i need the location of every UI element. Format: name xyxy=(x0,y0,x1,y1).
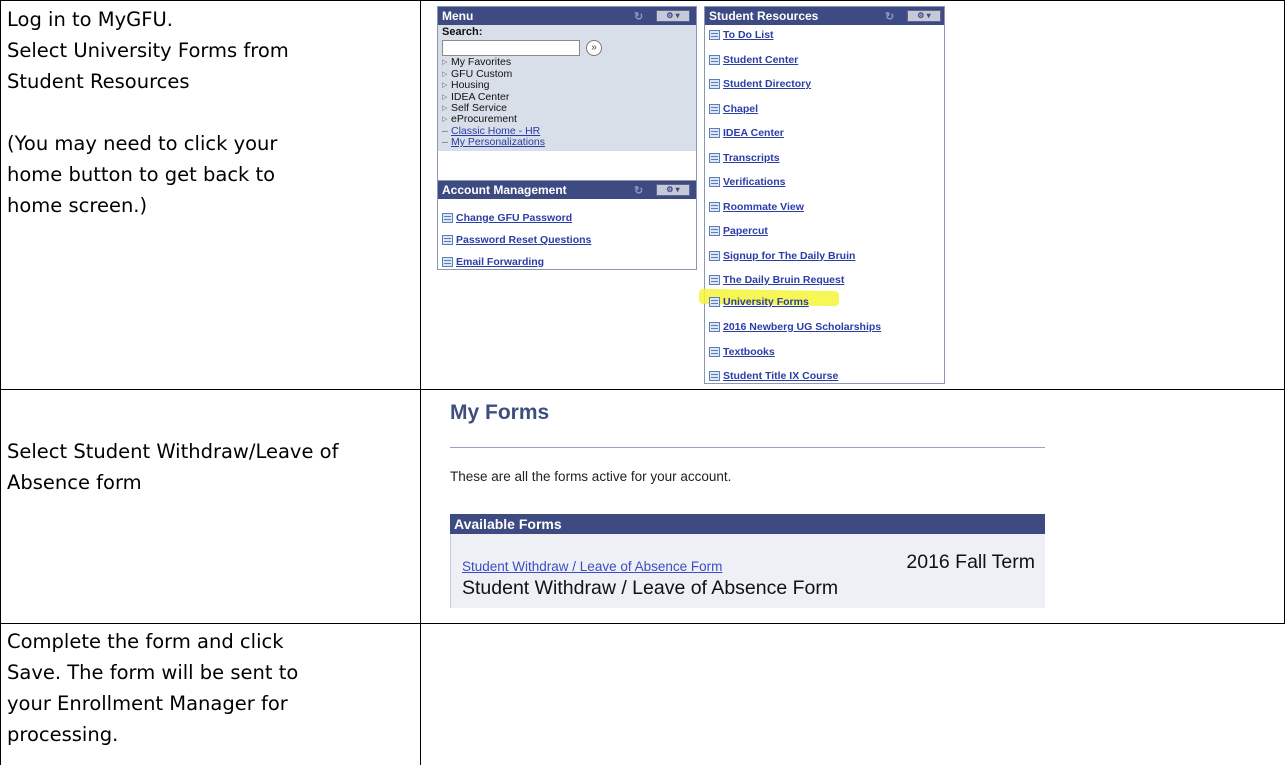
form-name: Student Withdraw / Leave of Absence Form xyxy=(462,577,839,599)
menu-folder-label: eProcurement xyxy=(451,113,517,126)
step-3-text: Complete the form and click Save. The fo… xyxy=(7,626,337,750)
document-icon xyxy=(709,371,720,381)
student-resources-pagelet: Student Resources ↻ ⚙ ▾ To Do List Stude… xyxy=(698,6,945,385)
my-forms-screenshot: My Forms These are all the forms active … xyxy=(437,397,1045,610)
pagelet-options-icon[interactable]: ⚙ ▾ xyxy=(656,184,690,196)
link-password-reset-questions[interactable]: Password Reset Questions xyxy=(442,231,591,249)
expand-arrow-icon: ▷ xyxy=(442,82,448,90)
link-daily-bruin-request[interactable]: The Daily Bruin Request xyxy=(709,271,844,289)
link-chapel[interactable]: Chapel xyxy=(709,100,758,118)
table-border-top xyxy=(0,0,1285,1)
menu-link-my-personalizations[interactable]: – My Personalizations xyxy=(442,136,692,149)
student-resources-title: Student Resources xyxy=(709,9,819,23)
table-column-divider xyxy=(420,0,421,765)
expand-arrow-icon: ▷ xyxy=(442,70,448,78)
link-newberg-ug-scholarships[interactable]: 2016 Newberg UG Scholarships xyxy=(709,318,881,336)
refresh-icon[interactable]: ↻ xyxy=(634,182,643,200)
menu-folder-label: My Favorites xyxy=(451,56,512,69)
menu-link-label: My Personalizations xyxy=(451,136,545,149)
expand-arrow-icon: ▷ xyxy=(442,105,448,113)
refresh-icon[interactable]: ↻ xyxy=(885,8,894,26)
document-icon xyxy=(709,347,720,357)
search-go-icon[interactable]: » xyxy=(586,40,602,57)
document-icon xyxy=(709,30,720,40)
portal-screenshot: Menu ↻ ⚙ ▾ Search: » ▷ My Favorites ▷ GFU … xyxy=(423,6,945,384)
document-icon xyxy=(442,213,453,223)
link-to-do-list[interactable]: To Do List xyxy=(709,26,774,44)
menu-pagelet-header: Menu ↻ ⚙ ▾ xyxy=(438,7,696,25)
step-1-line-1: Log in to MyGFU. xyxy=(7,8,173,31)
available-forms-list: Student Withdraw / Leave of Absence Form… xyxy=(450,534,1045,608)
document-icon xyxy=(709,201,720,212)
document-icon xyxy=(442,257,453,267)
document-icon xyxy=(709,297,720,307)
account-management-pagelet: Account Management ↻ ⚙ ▾ Change GFU Pass… xyxy=(437,180,697,270)
search-label: Search: xyxy=(442,26,483,38)
link-university-forms[interactable]: University Forms xyxy=(709,293,809,311)
available-forms-header: Available Forms xyxy=(450,514,1045,534)
table-border-left xyxy=(0,0,1,765)
account-management-title: Account Management xyxy=(442,183,567,197)
document-icon xyxy=(709,54,720,65)
step-1-line-2: Select University Forms from Student Res… xyxy=(7,39,289,93)
menu-pagelet-title: Menu xyxy=(442,9,474,23)
step-3-line: Complete the form and click Save. The fo… xyxy=(7,630,299,746)
form-term: 2016 Fall Term xyxy=(906,551,1035,573)
step-1-text: Log in to MyGFU. Select University Forms… xyxy=(7,4,407,221)
link-student-title-ix-course[interactable]: Student Title IX Course xyxy=(709,367,838,385)
refresh-icon[interactable]: ↻ xyxy=(634,8,643,26)
menu-pagelet-body: Search: » ▷ My Favorites ▷ GFU Custom ▷ Hou… xyxy=(438,25,696,151)
document-icon xyxy=(442,235,453,245)
document-icon xyxy=(709,226,720,236)
document-icon xyxy=(709,250,720,261)
expand-arrow-icon: ▷ xyxy=(442,93,448,101)
document-icon xyxy=(709,152,720,163)
link-idea-center[interactable]: IDEA Center xyxy=(709,124,784,142)
student-withdraw-form-link[interactable]: Student Withdraw / Leave of Absence Form xyxy=(462,559,722,574)
menu-search-input[interactable] xyxy=(442,40,580,57)
account-management-header: Account Management ↻ ⚙ ▾ xyxy=(438,181,696,199)
document-icon xyxy=(709,275,720,285)
link-student-directory[interactable]: Student Directory xyxy=(709,75,811,93)
link-textbooks[interactable]: Textbooks xyxy=(709,343,775,361)
document-icon xyxy=(709,79,720,89)
pagelet-options-icon[interactable]: ⚙ ▾ xyxy=(656,10,690,22)
document-icon xyxy=(709,103,720,114)
link-signup-daily-bruin[interactable]: Signup for The Daily Bruin xyxy=(709,247,855,265)
student-resources-header: Student Resources ↻ ⚙ ▾ xyxy=(705,7,944,25)
expand-arrow-icon: ▷ xyxy=(442,59,448,67)
table-row-divider-1 xyxy=(0,389,1285,390)
pagelet-options-icon[interactable]: ⚙ ▾ xyxy=(907,10,941,22)
table-row-divider-2 xyxy=(0,623,1285,624)
step-1-note: (You may need to click your home button … xyxy=(7,132,278,217)
menu-folder-label: IDEA Center xyxy=(451,90,510,103)
link-student-center[interactable]: Student Center xyxy=(709,51,798,69)
my-forms-description: These are all the forms active for your … xyxy=(450,469,732,484)
my-forms-title: My Forms xyxy=(450,401,550,424)
link-roommate-view[interactable]: Roommate View xyxy=(709,198,804,216)
link-papercut[interactable]: Papercut xyxy=(709,222,768,240)
document-icon xyxy=(709,322,720,332)
link-transcripts[interactable]: Transcripts xyxy=(709,149,780,167)
link-change-gfu-password[interactable]: Change GFU Password xyxy=(442,209,572,227)
link-verifications[interactable]: Verifications xyxy=(709,173,785,191)
document-icon xyxy=(709,128,720,138)
document-icon xyxy=(709,177,720,187)
menu-folder-label: Housing xyxy=(451,79,490,92)
menu-link-label: Classic Home - HR xyxy=(451,124,541,137)
step-2-text: Select Student Withdraw/Leave of Absence… xyxy=(7,436,387,498)
title-divider xyxy=(450,447,1045,448)
menu-folder-label: Self Service xyxy=(451,102,508,115)
step-2-line: Select Student Withdraw/Leave of Absence… xyxy=(7,440,339,494)
menu-folder-label: GFU Custom xyxy=(451,67,513,80)
link-email-forwarding[interactable]: Email Forwarding xyxy=(442,253,544,271)
